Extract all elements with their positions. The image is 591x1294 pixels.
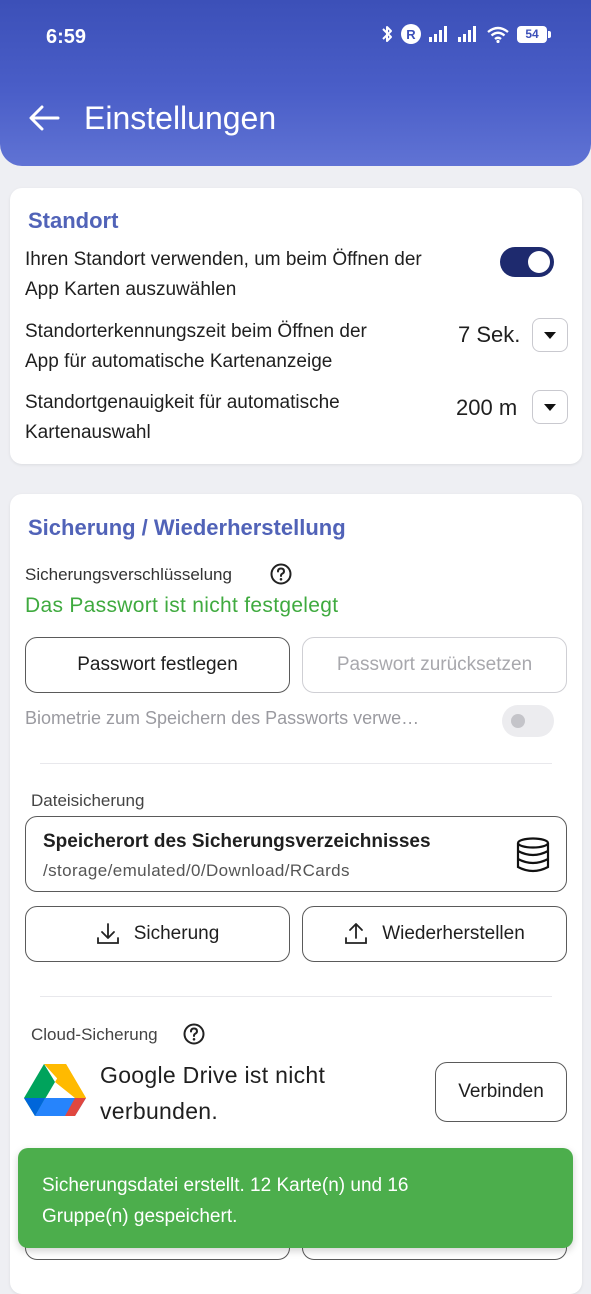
accuracy-dropdown[interactable]: [532, 390, 568, 424]
snackbar-message-line1: Sicherungsdatei erstellt. 12 Karte(n) un…: [42, 1175, 409, 1196]
caret-down-icon: [544, 331, 556, 339]
reset-password-button: Passwort zurücksetzen: [302, 637, 567, 693]
snackbar-message: Sicherungsdatei erstellt. 12 Karte(n) un…: [42, 1170, 542, 1232]
page-title: Einstellungen: [84, 100, 277, 136]
restore-button[interactable]: Wiederherstellen: [302, 906, 567, 962]
back-button[interactable]: [24, 98, 64, 138]
reset-password-button-label: Passwort zurücksetzen: [336, 654, 533, 675]
roaming-icon: R: [401, 24, 421, 44]
status-icons: R 54: [380, 24, 551, 44]
detect-time-label: Standorterkennungszeit beim Öffnen der A…: [25, 317, 367, 377]
file-backup-label: Dateisicherung: [31, 791, 145, 810]
set-password-button[interactable]: Passwort festlegen: [25, 637, 290, 693]
biometric-label: Biometrie zum Speichern des Passworts ve…: [25, 708, 420, 728]
backup-button[interactable]: Sicherung: [25, 906, 290, 962]
help-icon[interactable]: [270, 563, 292, 585]
detect-time-dropdown[interactable]: [532, 318, 568, 352]
google-drive-status-line1: Google Drive ist nicht: [100, 1062, 326, 1088]
help-icon[interactable]: [183, 1023, 205, 1045]
snackbar: Sicherungsdatei erstellt. 12 Karte(n) un…: [18, 1148, 573, 1248]
use-location-label-line2: App Karten auszuwählen: [25, 279, 237, 300]
password-status: Das Passwort ist nicht festgelegt: [25, 594, 339, 617]
database-icon: [516, 837, 550, 873]
backup-button-label: Sicherung: [133, 923, 220, 944]
wifi-icon: [486, 25, 510, 43]
detect-time-label-line1: Standorterkennungszeit beim Öffnen der: [25, 321, 367, 342]
signal-icon-2: [457, 25, 479, 43]
storage-location-title: Speicherort des Sicherungsverzeichnisses: [43, 831, 431, 852]
signal-icon: [428, 25, 450, 43]
storage-location-field[interactable]: Speicherort des Sicherungsverzeichnisses…: [25, 816, 567, 892]
google-drive-status: Google Drive ist nicht verbunden.: [100, 1057, 325, 1129]
divider: [40, 996, 552, 997]
arrow-left-icon: [29, 105, 60, 131]
location-section-title: Standort: [28, 208, 119, 233]
accuracy-label: Standortgenauigkeit für automatische Kar…: [25, 388, 340, 448]
use-location-toggle[interactable]: [500, 247, 554, 277]
storage-location-path: /storage/emulated/0/Download/RCards: [43, 861, 350, 880]
restore-button-label: Wiederherstellen: [382, 923, 525, 944]
use-location-label-line1: Ihren Standort verwenden, um beim Öffnen…: [25, 249, 422, 270]
connect-button[interactable]: Verbinden: [435, 1062, 567, 1122]
set-password-button-label: Passwort festlegen: [77, 654, 238, 675]
accuracy-label-line2: Kartenauswahl: [25, 422, 151, 443]
caret-down-icon: [544, 403, 556, 411]
app-bar: 6:59 R 54 Einstellungen: [0, 0, 591, 166]
connect-button-label: Verbinden: [458, 1081, 544, 1102]
divider: [40, 763, 552, 764]
detect-time-label-line2: App für automatische Kartenanzeige: [25, 351, 333, 372]
bluetooth-icon: [380, 24, 394, 44]
backup-section-title: Sicherung / Wiederherstellung: [28, 515, 346, 540]
cloud-backup-label: Cloud-Sicherung: [31, 1025, 158, 1044]
location-card: Standort Ihren Standort verwenden, um be…: [10, 188, 582, 464]
download-icon: [96, 922, 120, 946]
google-drive-icon: [24, 1064, 86, 1116]
accuracy-label-line1: Standortgenauigkeit für automatische: [25, 392, 340, 413]
encryption-label: Sicherungsverschlüsselung: [25, 565, 232, 584]
accuracy-value[interactable]: 200 m: [456, 395, 517, 421]
upload-icon: [344, 922, 368, 946]
battery-icon: 54: [517, 25, 551, 43]
use-location-label: Ihren Standort verwenden, um beim Öffnen…: [25, 245, 422, 305]
detect-time-value[interactable]: 7 Sek.: [458, 322, 520, 348]
snackbar-message-line2: Gruppe(n) gespeichert.: [42, 1206, 238, 1227]
status-time: 6:59: [46, 26, 87, 48]
biometric-toggle: [502, 705, 554, 737]
google-drive-status-line2: verbunden.: [100, 1098, 219, 1124]
